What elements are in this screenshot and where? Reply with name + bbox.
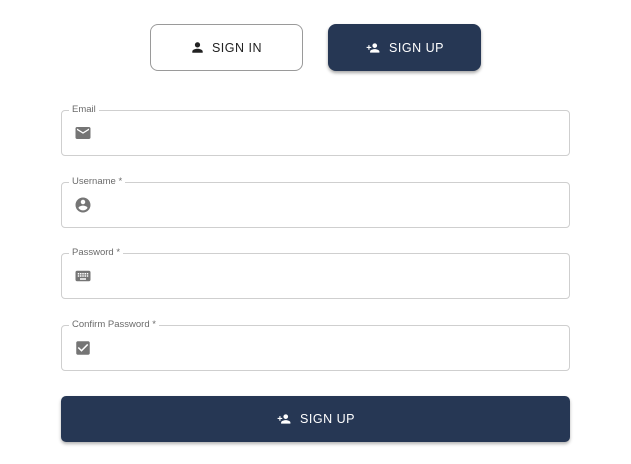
password-field[interactable]: Password * [61,247,570,299]
username-field[interactable]: Username * [61,176,570,228]
confirm-password-label: Confirm Password * [69,319,159,331]
password-label: Password * [69,247,124,259]
sign-in-tab-label: SIGN IN [211,40,263,55]
sign-in-tab-button[interactable]: SIGN IN [150,24,303,71]
sign-up-submit-button[interactable]: SIGN UP [61,396,570,442]
username-label: Username * [69,176,126,188]
password-input[interactable] [102,262,559,290]
email-field[interactable]: Email [61,104,570,156]
mail-icon [74,124,92,142]
account-circle-icon [74,196,92,214]
person-icon [191,41,204,54]
person-add-icon [276,412,292,426]
confirm-password-field[interactable]: Confirm Password * [61,319,570,371]
sign-up-submit-label: SIGN UP [300,412,355,426]
email-label: Email [69,104,99,116]
username-input[interactable] [102,191,559,219]
sign-up-tab-button[interactable]: SIGN UP [328,24,481,71]
email-input[interactable] [102,119,559,147]
person-add-icon [365,41,381,55]
checkbox-icon [74,339,92,357]
keyboard-icon [74,267,92,285]
sign-up-tab-label: SIGN UP [389,40,444,55]
confirm-password-input[interactable] [102,334,559,362]
